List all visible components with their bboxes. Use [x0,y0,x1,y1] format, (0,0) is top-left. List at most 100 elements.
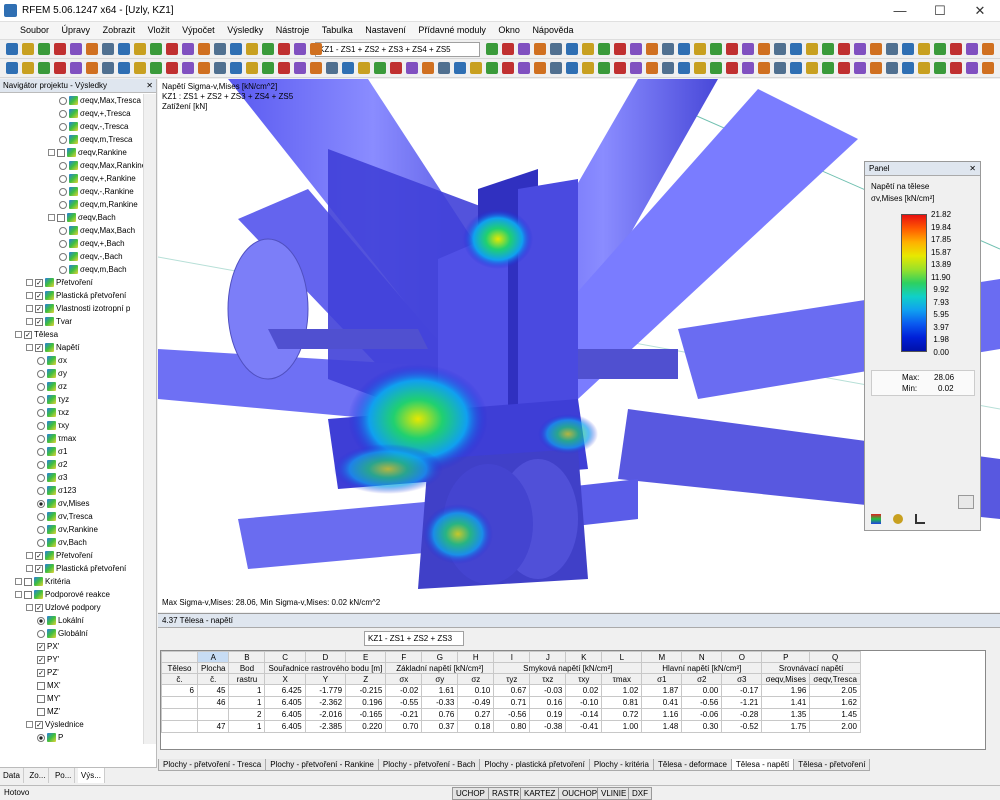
table-cell[interactable]: 46 [196,696,230,709]
table-cell[interactable]: 0.00 [681,684,723,697]
toolbar-tool-icon[interactable] [230,43,242,55]
tree-radio[interactable] [59,109,67,118]
tree-radio[interactable] [37,434,45,443]
expand-icon[interactable] [26,305,33,313]
tree-radio[interactable] [59,239,67,248]
menu-nastroje[interactable]: Nástroje [271,22,315,35]
tree-radio[interactable] [37,395,45,404]
toolbar-tool-icon[interactable] [214,62,226,74]
table-cell[interactable]: 0.76 [421,708,459,721]
table-cell[interactable]: 1.61 [421,684,459,697]
table-cell[interactable]: -0.02 [385,684,423,697]
tree-item[interactable]: σ123 [37,484,76,497]
tree-item[interactable]: ✓ Plastická přetvoření [26,562,126,575]
table-cell[interactable]: 0.02 [565,684,603,697]
tree-checkbox[interactable]: ✓ [35,564,43,573]
tree-checkbox[interactable]: ✓ [37,655,45,664]
menu-vlozit[interactable]: Vložit [143,22,175,35]
menu-nastaveni[interactable]: Nastavení [360,22,411,35]
color-scale-icon[interactable] [871,514,881,524]
tree-checkbox[interactable] [37,694,45,703]
toolbar-tool-icon[interactable] [182,62,194,74]
toolbar-tool-icon[interactable] [38,43,50,55]
tree-radio[interactable] [59,200,67,209]
toolbar-tool-icon[interactable] [614,43,626,55]
toolbar-tool-icon[interactable] [918,62,930,74]
tree-radio[interactable] [59,265,67,274]
table-cell[interactable]: 0.72 [601,708,643,721]
toolbar-tool-icon[interactable] [774,43,786,55]
table-cell[interactable]: -0.17 [721,684,763,697]
toolbar-tool-icon[interactable] [870,62,882,74]
table-cell[interactable]: -2.362 [304,696,347,709]
toolbar-tool-icon[interactable] [294,62,306,74]
toolbar-tool-icon[interactable] [598,43,610,55]
tree-item[interactable]: ✓ Výslednice [26,718,84,731]
tree-radio[interactable] [37,408,45,417]
tree-checkbox[interactable]: ✓ [35,304,43,313]
menu-upravy[interactable]: Úpravy [57,22,96,35]
minimize-button[interactable]: — [880,0,920,22]
tree-radio[interactable] [37,382,45,391]
toolbar-tool-icon[interactable] [118,62,130,74]
toolbar-tool-icon[interactable] [678,43,690,55]
toolbar-tool-icon[interactable] [822,62,834,74]
toolbar-tool-icon[interactable] [934,62,946,74]
tree-radio[interactable] [37,499,45,508]
table-cell[interactable] [161,720,198,733]
expand-icon[interactable] [26,552,33,560]
table-cell[interactable]: 0.80 [493,720,531,733]
table-cell[interactable]: 1.00 [601,720,643,733]
tree-item[interactable]: Globální [37,627,88,640]
table-row[interactable]: 46 1 6.405 -2.362 0.196 -0.55 -0.33 -0.49 0.71 0.… [161,696,861,709]
tree-item[interactable]: σy [37,367,67,380]
toolbar-tool-icon[interactable] [806,43,818,55]
toolbar-tool-icon[interactable] [438,62,450,74]
toolbar-tool-icon[interactable] [982,62,994,74]
tree-item[interactable]: MX' [37,679,61,692]
expand-icon[interactable] [15,578,22,586]
tree-item[interactable]: ✓ Přetvoření [26,276,93,289]
toolbar-tool-icon[interactable] [326,62,338,74]
tree-radio[interactable] [59,226,67,235]
toolbar-tool-icon[interactable] [278,62,290,74]
toolbar-tool-icon[interactable] [102,62,114,74]
toolbar-tool-icon[interactable] [934,43,946,55]
toolbar-tool-icon[interactable] [70,62,82,74]
status-rastr-button[interactable]: RASTR [488,787,524,800]
tree-item[interactable]: ✓ Přetvoření [26,549,93,562]
view-options-icon[interactable] [893,514,903,524]
maximize-button[interactable]: ☐ [920,0,960,22]
toolbar-tool-icon[interactable] [854,62,866,74]
toolbar-tool-icon[interactable] [22,43,34,55]
toolbar-tool-icon[interactable] [614,62,626,74]
panel-close-icon[interactable]: ✕ [969,164,976,173]
table-cell[interactable]: 2.05 [809,684,861,697]
menu-okno[interactable]: Okno [493,22,525,35]
toolbar-tool-icon[interactable] [518,43,530,55]
expand-icon[interactable] [26,279,33,287]
toolbar-tool-icon[interactable] [630,43,642,55]
toolbar-tool-icon[interactable] [710,43,722,55]
tree-radio[interactable] [37,629,45,638]
toolbar-tool-icon[interactable] [710,62,722,74]
nav-tab-pohledy[interactable]: Po... [52,768,76,783]
toolbar-tool-icon[interactable] [582,43,594,55]
toolbar-tool-icon[interactable] [278,43,290,55]
tree-item[interactable]: σx [37,354,67,367]
sheet-tab[interactable]: Plochy - plastická přetvoření [479,759,590,771]
table-cell[interactable]: -1.779 [304,684,347,697]
column-letter[interactable]: N [681,651,723,663]
tree-item[interactable]: ✓ PX' [37,640,59,653]
tree-item[interactable]: σz [37,380,67,393]
tree-checkbox[interactable]: ✓ [35,278,43,287]
toolbar-tool-icon[interactable] [422,62,434,74]
table-cell[interactable]: 0.30 [681,720,723,733]
column-letter[interactable]: C [264,651,306,663]
toolbar-tool-icon[interactable] [918,43,930,55]
toolbar-tool-icon[interactable] [6,62,18,74]
tree-radio[interactable] [37,447,45,456]
column-letter[interactable]: I [493,651,531,663]
table-cell[interactable]: -0.56 [681,696,723,709]
tree-checkbox[interactable]: ✓ [24,330,32,339]
